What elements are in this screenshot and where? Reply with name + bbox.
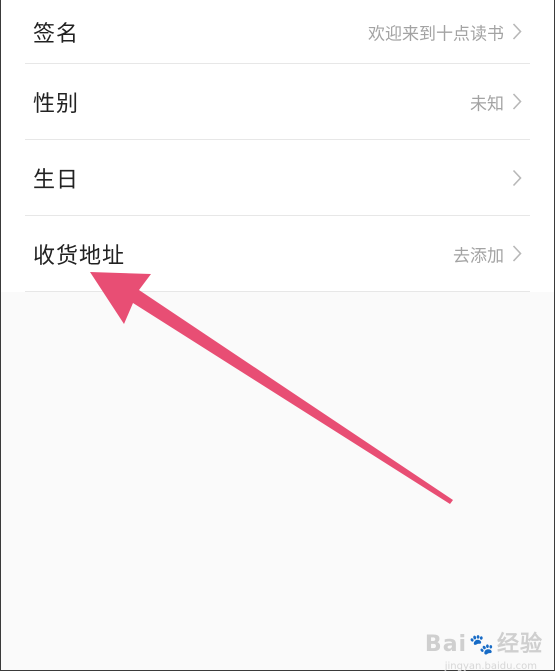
shipping-address-label: 收货地址 bbox=[33, 243, 126, 269]
watermark-brand-part2: 经验 bbox=[496, 632, 543, 657]
gender-label: 性别 bbox=[33, 91, 80, 117]
gender-value: 未知 bbox=[470, 94, 504, 114]
birthday-row[interactable]: 生日 bbox=[25, 140, 530, 216]
signature-label: 签名 bbox=[33, 21, 80, 47]
profile-settings-list: 签名 欢迎来到十点读书 性别 未知 生日 收货地址 去添加 bbox=[1, 0, 554, 292]
app-frame: 签名 欢迎来到十点读书 性别 未知 生日 收货地址 去添加 bbox=[0, 0, 555, 671]
paw-icon: 🐾 bbox=[469, 632, 495, 656]
watermark-url: jingyan.baidu.com bbox=[444, 661, 537, 672]
shipping-address-value: 去添加 bbox=[453, 246, 504, 266]
signature-row[interactable]: 签名 欢迎来到十点读书 bbox=[25, 0, 530, 64]
chevron-right-icon bbox=[512, 245, 522, 262]
chevron-right-icon bbox=[512, 93, 522, 110]
gender-row[interactable]: 性别 未知 bbox=[25, 64, 530, 140]
chevron-right-icon bbox=[512, 23, 522, 40]
watermark-brand-part1: Bai bbox=[424, 632, 468, 657]
shipping-address-row[interactable]: 收货地址 去添加 bbox=[25, 216, 530, 292]
signature-value: 欢迎来到十点读书 bbox=[368, 24, 504, 44]
chevron-right-icon bbox=[512, 169, 522, 186]
birthday-label: 生日 bbox=[33, 167, 80, 193]
baidu-jingyan-watermark: Bai 🐾经验 jingyan.baidu.com bbox=[424, 626, 543, 672]
